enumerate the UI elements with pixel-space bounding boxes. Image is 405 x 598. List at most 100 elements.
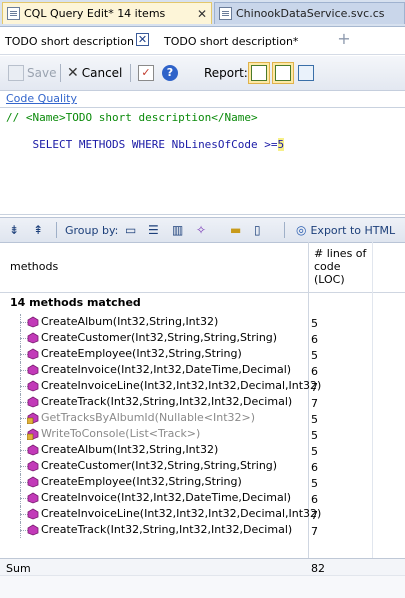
method-name: CreateInvoice(Int32,Int32,DateTime,Decim… <box>41 363 292 376</box>
collapse-icon: ⇞ <box>33 223 44 237</box>
table-row[interactable]: CreateCustomer(Int32,String,String,Strin… <box>0 458 405 474</box>
method-name: CreateEmployee(Int32,String,String) <box>41 475 242 488</box>
results-toolbar: ⇟ ⇞ Group by: ▭ ☰ ▥ ✧ ▬ ▯ ◎ Export to HT… <box>0 217 405 243</box>
cql-editor[interactable]: // <Name>TODO short description</Name> S… <box>0 107 405 215</box>
loc-value: 6 <box>311 493 318 506</box>
query-tab-label: TODO short description* <box>164 34 299 48</box>
toolbar-separator <box>56 222 57 238</box>
loc-value: 7 <box>311 381 318 394</box>
group-by-file-button[interactable]: ▯ <box>254 221 261 239</box>
doc-tab-label: CQL Query Edit* 14 items <box>24 7 166 20</box>
query-tab-label: TODO short description <box>5 34 134 48</box>
method-icon <box>27 492 39 504</box>
query-tab-inactive[interactable]: TODO short description* <box>160 31 302 51</box>
group-by-member-button[interactable]: ✧ <box>196 221 206 239</box>
method-icon <box>27 380 39 392</box>
table-row[interactable]: GetTracksByAlbumId(Nullable<Int32>) 5 <box>0 410 405 426</box>
help-button[interactable]: ? <box>162 64 178 82</box>
method-icon <box>27 332 39 344</box>
group-by-folder-button[interactable]: ▬ <box>230 221 241 239</box>
type-icon: ▥ <box>172 223 184 237</box>
table-row[interactable]: CreateInvoice(Int32,Int32,DateTime,Decim… <box>0 362 405 378</box>
close-query-tab-icon[interactable]: ✕ <box>136 33 149 46</box>
method-name: CreateTrack(Int32,String,Int32,Int32,Dec… <box>41 523 293 536</box>
table-row[interactable]: CreateEmployee(Int32,String,String) 5 <box>0 474 405 490</box>
report-option-3-button[interactable] <box>298 64 314 82</box>
table-row[interactable]: CreateInvoiceLine(Int32,Int32,Int32,Deci… <box>0 378 405 394</box>
expand-icon: ⇟ <box>9 223 20 237</box>
close-icon[interactable]: ✕ <box>197 7 207 21</box>
group-by-assembly-button[interactable]: ▭ <box>125 221 136 239</box>
method-icon <box>27 316 39 328</box>
method-name: CreateInvoiceLine(Int32,Int32,Int32,Deci… <box>41 507 322 520</box>
method-icon <box>27 460 39 472</box>
method-icon <box>27 396 39 408</box>
cancel-x-icon: ✕ <box>67 65 79 81</box>
col-header-loc[interactable]: # lines of code (LOC) <box>314 247 370 286</box>
cancel-button[interactable]: ✕ Cancel <box>67 64 122 82</box>
query-file-icon <box>7 7 20 20</box>
loc-value: 5 <box>311 317 318 330</box>
editor-line-query: SELECT METHODS WHERE NbLinesOfCode >=5 <box>6 125 285 164</box>
table-row[interactable]: CreateCustomer(Int32,String,String,Strin… <box>0 330 405 346</box>
report-option-1-button[interactable] <box>248 62 270 84</box>
method-icon <box>27 444 39 456</box>
method-icon <box>27 348 39 360</box>
export-label: Export to HTML <box>310 223 396 237</box>
table-row[interactable]: CreateInvoice(Int32,Int32,DateTime,Decim… <box>0 490 405 506</box>
table-row[interactable]: WriteToConsole(List<Track>) 5 <box>0 426 405 442</box>
loc-value: 6 <box>311 365 318 378</box>
loc-value: 6 <box>311 461 318 474</box>
toolbar-separator <box>284 222 285 238</box>
globe-icon: ◎ <box>296 223 307 237</box>
method-name: CreateAlbum(Int32,String,Int32) <box>41 315 219 328</box>
expand-all-button[interactable]: ⇟ <box>9 221 19 239</box>
group-label: 14 methods matched <box>10 296 141 309</box>
method-name: GetTracksByAlbumId(Nullable<Int32>) <box>41 411 256 424</box>
table-row[interactable]: CreateTrack(Int32,String,Int32,Int32,Dec… <box>0 522 405 538</box>
edit-check-button[interactable]: ✓ <box>138 64 154 82</box>
save-button[interactable]: Save <box>8 64 56 82</box>
table-row[interactable]: CreateInvoiceLine(Int32,Int32,Int32,Deci… <box>0 506 405 522</box>
report-grid-icon <box>251 65 267 81</box>
method-name: CreateCustomer(Int32,String,String,Strin… <box>41 459 278 472</box>
col-header-methods[interactable]: methods <box>10 260 58 273</box>
code-quality-link[interactable]: Code Quality <box>6 92 77 105</box>
toolbar-separator <box>130 64 131 82</box>
collapse-all-button[interactable]: ⇞ <box>33 221 43 239</box>
save-label: Save <box>27 66 57 80</box>
table-row[interactable]: CreateAlbum(Int32,String,Int32) 5 <box>0 442 405 458</box>
group-by-namespace-button[interactable]: ☰ <box>148 221 159 239</box>
save-disk-icon <box>8 65 24 81</box>
loc-value: 5 <box>311 349 318 362</box>
toolbar-separator <box>60 64 61 82</box>
loc-value: 7 <box>311 397 318 410</box>
group-by-type-button[interactable]: ▥ <box>172 221 183 239</box>
query-tab-strip: TODO short description ✕ TODO short desc… <box>0 27 405 55</box>
sum-value: 82 <box>311 562 325 575</box>
query-tab-active[interactable]: TODO short description <box>1 31 138 51</box>
export-to-html-button[interactable]: ◎ Export to HTML <box>296 221 395 239</box>
loc-value: 5 <box>311 445 318 458</box>
table-row[interactable]: CreateEmployee(Int32,String,String) 5 <box>0 346 405 362</box>
table-row[interactable]: CreateAlbum(Int32,String,Int32) 5 <box>0 314 405 330</box>
grid-footer-area <box>0 575 405 598</box>
sum-row: Sum 82 <box>0 558 405 576</box>
loc-value: 5 <box>311 413 318 426</box>
doc-tab-cql-query[interactable]: CQL Query Edit* 14 items ✕ <box>2 2 212 24</box>
cancel-label: Cancel <box>81 66 123 80</box>
method-name: CreateTrack(Int32,String,Int32,Int32,Dec… <box>41 395 293 408</box>
add-query-tab-icon[interactable]: + <box>336 31 352 48</box>
loc-value: 5 <box>311 429 318 442</box>
method-icon <box>27 524 39 536</box>
query-threshold-value: 5 <box>277 138 285 151</box>
csharp-file-icon <box>219 7 232 20</box>
method-name: CreateInvoiceLine(Int32,Int32,Int32,Deci… <box>41 379 322 392</box>
report-option-2-button[interactable] <box>272 62 294 84</box>
table-row[interactable]: CreateTrack(Int32,String,Int32,Int32,Dec… <box>0 394 405 410</box>
group-row[interactable]: 14 methods matched <box>0 294 405 312</box>
loc-value: 7 <box>311 525 318 538</box>
report-list-icon <box>275 65 291 81</box>
method-name: CreateInvoice(Int32,Int32,DateTime,Decim… <box>41 491 292 504</box>
doc-tab-chinook-service[interactable]: ChinookDataService.svc.cs <box>214 2 405 24</box>
